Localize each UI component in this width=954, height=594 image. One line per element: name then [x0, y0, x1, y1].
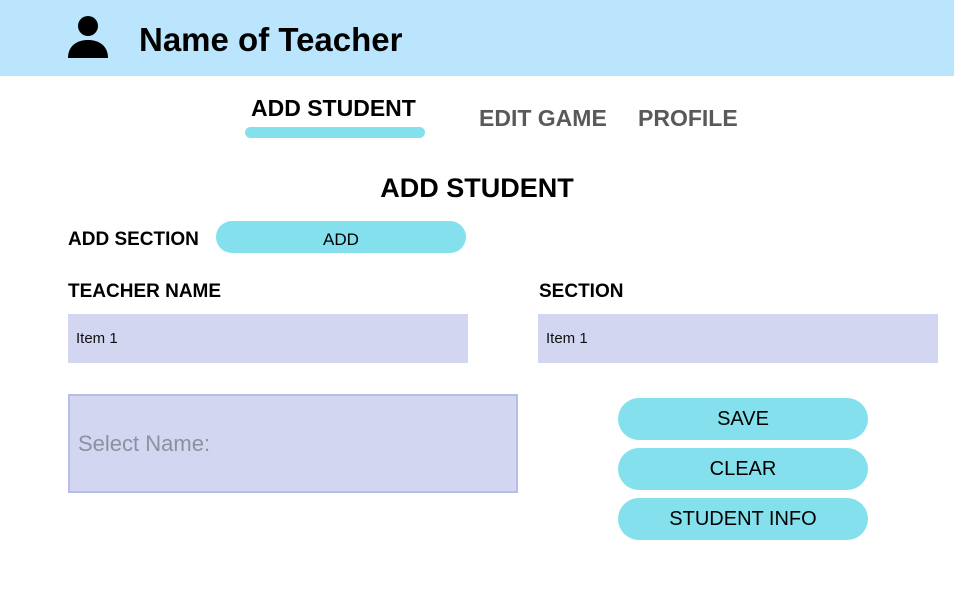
user-icon [66, 14, 110, 60]
student-info-button[interactable]: STUDENT INFO [618, 498, 868, 540]
tab-edit-game[interactable]: EDIT GAME [479, 104, 607, 132]
teacher-name-label: TEACHER NAME [68, 281, 222, 302]
select-name-field[interactable]: Select Name: [68, 394, 518, 493]
section-select[interactable]: Item 1 [538, 314, 938, 363]
teacher-name-title: Name of Teacher [139, 21, 403, 58]
add-section-button[interactable]: ADD [216, 221, 466, 253]
tab-add-student[interactable]: ADD STUDENT [251, 94, 416, 122]
select-name-placeholder: Select Name: [78, 430, 211, 456]
section-value: Item 1 [546, 329, 588, 347]
tab-profile[interactable]: PROFILE [638, 104, 738, 132]
header-bar: Name of Teacher [0, 0, 954, 76]
clear-button[interactable]: CLEAR [618, 448, 868, 490]
section-label: SECTION [539, 281, 624, 302]
teacher-name-value: Item 1 [76, 329, 118, 347]
save-button[interactable]: SAVE [618, 398, 868, 440]
active-tab-indicator [245, 127, 425, 138]
add-section-label: ADD SECTION [68, 229, 199, 250]
teacher-name-select[interactable]: Item 1 [68, 314, 468, 363]
page: Name of Teacher ADD STUDENT EDIT GAME PR… [0, 0, 954, 594]
page-title: ADD STUDENT [380, 173, 574, 203]
